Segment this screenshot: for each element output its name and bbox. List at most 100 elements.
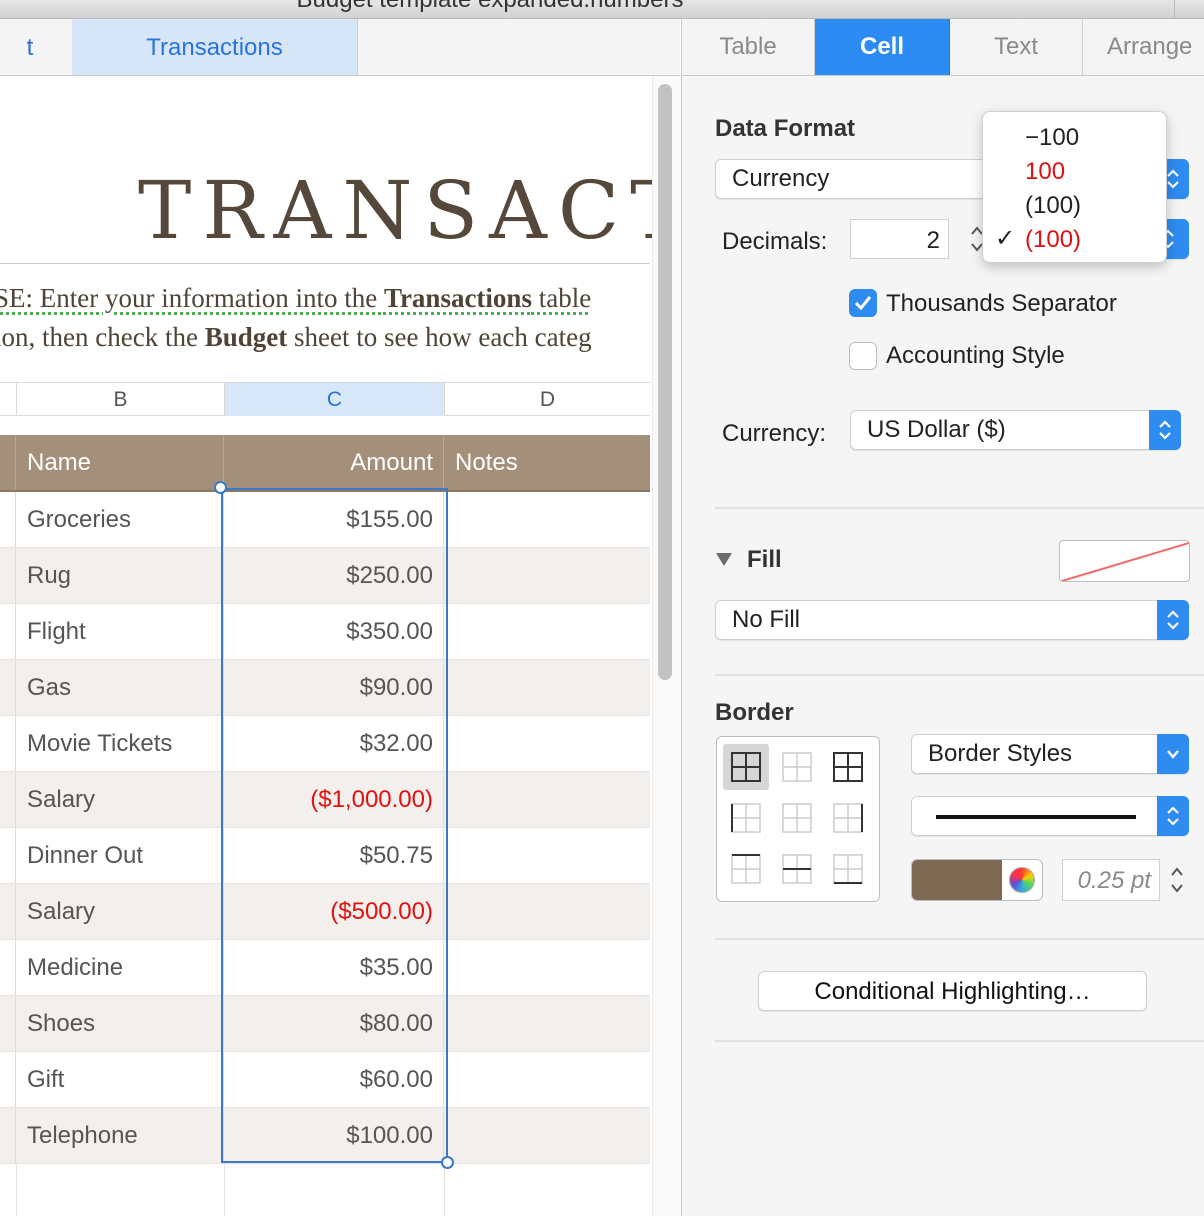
header-cell-notes[interactable]: Notes bbox=[444, 435, 650, 490]
top-border-icon[interactable] bbox=[723, 846, 769, 892]
border-width-field[interactable]: 0.25 pt bbox=[1062, 859, 1160, 901]
cell-name[interactable]: Flight bbox=[16, 604, 224, 659]
menu-item-parentheses[interactable]: (100) bbox=[1025, 192, 1081, 220]
decimals-field[interactable]: 2 bbox=[850, 219, 949, 259]
border-color-well[interactable] bbox=[911, 859, 1043, 901]
cell-a[interactable] bbox=[0, 492, 16, 547]
left-border-icon[interactable] bbox=[723, 795, 769, 841]
tab-cell[interactable]: Cell bbox=[815, 19, 950, 75]
cell-name[interactable]: Salary bbox=[16, 772, 224, 827]
cell-a[interactable] bbox=[0, 772, 16, 827]
titlebar-edge bbox=[1174, 0, 1204, 18]
format-inspector: Table Cell Text Arrange Data Format Curr… bbox=[681, 19, 1204, 1216]
title-divider bbox=[0, 263, 650, 264]
bottom-border-icon[interactable] bbox=[825, 846, 871, 892]
border-heading: Border bbox=[715, 699, 794, 726]
column-header-c[interactable]: C bbox=[224, 383, 444, 416]
cell-name[interactable]: Rug bbox=[16, 548, 224, 603]
color-wheel-icon[interactable] bbox=[1009, 867, 1035, 893]
no-border-icon[interactable] bbox=[774, 795, 820, 841]
vertical-scrollbar-thumb[interactable] bbox=[658, 84, 672, 680]
tab-arrange[interactable]: Arrange bbox=[1083, 19, 1204, 75]
cell-a[interactable] bbox=[0, 884, 16, 939]
header-cell-name[interactable]: Name bbox=[16, 435, 224, 490]
section-divider bbox=[715, 674, 1204, 676]
cell-notes[interactable] bbox=[444, 828, 650, 883]
window-title: Budget template expanded.numbers bbox=[0, 0, 980, 14]
cell-notes[interactable] bbox=[444, 716, 650, 771]
instructions-line-1[interactable]: SE: Enter your information into the Tran… bbox=[0, 283, 591, 314]
cell-selection-outline bbox=[221, 488, 448, 1163]
cell-a[interactable] bbox=[0, 604, 16, 659]
all-borders-icon[interactable] bbox=[723, 744, 769, 790]
horizontal-center-border-icon[interactable] bbox=[774, 846, 820, 892]
conditional-highlighting-button[interactable]: Conditional Highlighting… bbox=[758, 971, 1147, 1011]
right-border-icon[interactable] bbox=[825, 795, 871, 841]
menu-item-red-parentheses[interactable]: (100) bbox=[1025, 226, 1081, 254]
currency-popup[interactable]: US Dollar ($) bbox=[850, 410, 1181, 450]
selection-handle-top-left[interactable] bbox=[214, 481, 227, 494]
cell-notes[interactable] bbox=[444, 660, 650, 715]
decimals-value: 2 bbox=[926, 227, 940, 254]
accounting-style-label[interactable]: Accounting Style bbox=[886, 342, 1065, 370]
cell-a[interactable] bbox=[0, 1108, 16, 1163]
sheet-tab-transactions[interactable]: Transactions bbox=[72, 19, 358, 75]
cell-notes[interactable] bbox=[444, 996, 650, 1051]
fill-type-popup[interactable]: No Fill bbox=[715, 600, 1189, 640]
border-width-stepper[interactable] bbox=[1168, 859, 1186, 899]
cell-notes[interactable] bbox=[444, 492, 650, 547]
cell-notes[interactable] bbox=[444, 772, 650, 827]
thousands-separator-checkbox[interactable] bbox=[849, 289, 877, 317]
cell-notes[interactable] bbox=[444, 548, 650, 603]
line-style-popup[interactable] bbox=[911, 796, 1189, 836]
cell-name[interactable]: Medicine bbox=[16, 940, 224, 995]
cell-a[interactable] bbox=[0, 660, 16, 715]
menu-item-minus[interactable]: −100 bbox=[1025, 124, 1079, 152]
instructions-text: table bbox=[531, 283, 592, 313]
tab-text[interactable]: Text bbox=[950, 19, 1083, 75]
cell-a[interactable] bbox=[0, 828, 16, 883]
cell-name[interactable]: Telephone bbox=[16, 1108, 224, 1163]
data-format-heading: Data Format bbox=[715, 115, 856, 142]
header-cell-a[interactable] bbox=[0, 435, 16, 490]
cell-a[interactable] bbox=[0, 940, 16, 995]
sheet-title[interactable]: TRANSACTIO bbox=[138, 164, 652, 257]
border-styles-value: Border Styles bbox=[928, 740, 1073, 767]
cell-a[interactable] bbox=[0, 1052, 16, 1107]
accounting-style-checkbox[interactable] bbox=[849, 342, 877, 370]
cell-notes[interactable] bbox=[444, 1052, 650, 1107]
cell-name[interactable]: Shoes bbox=[16, 996, 224, 1051]
cell-name[interactable]: Gift bbox=[16, 1052, 224, 1107]
sheet-tab-previous[interactable]: t bbox=[0, 19, 72, 75]
border-styles-popup[interactable]: Border Styles bbox=[911, 734, 1189, 774]
thousands-separator-label[interactable]: Thousands Separator bbox=[886, 290, 1117, 318]
cell-name[interactable]: Movie Tickets bbox=[16, 716, 224, 771]
cell-name[interactable]: Groceries bbox=[16, 492, 224, 547]
empty-table-area[interactable] bbox=[0, 1164, 650, 1216]
fill-color-well[interactable] bbox=[1059, 540, 1190, 582]
menu-item-red[interactable]: 100 bbox=[1025, 158, 1065, 186]
cell-name[interactable]: Dinner Out bbox=[16, 828, 224, 883]
section-divider bbox=[715, 507, 1204, 509]
section-divider bbox=[715, 1040, 1204, 1042]
fill-type-value: No Fill bbox=[732, 606, 801, 633]
cell-a[interactable] bbox=[0, 996, 16, 1051]
cell-name[interactable]: Salary bbox=[16, 884, 224, 939]
column-header-d[interactable]: D bbox=[444, 383, 650, 416]
cell-a[interactable] bbox=[0, 548, 16, 603]
instructions-line-2[interactable]: ion, then check the Budget sheet to see … bbox=[0, 322, 592, 353]
column-header-b[interactable]: B bbox=[16, 383, 224, 416]
outer-and-inner-borders-icon[interactable] bbox=[825, 744, 871, 790]
cell-notes[interactable] bbox=[444, 884, 650, 939]
inner-borders-icon[interactable] bbox=[774, 744, 820, 790]
instructions-text: ion, then check the bbox=[0, 322, 205, 352]
cell-name[interactable]: Gas bbox=[16, 660, 224, 715]
tab-table[interactable]: Table bbox=[682, 19, 815, 75]
cell-notes[interactable] bbox=[444, 604, 650, 659]
cell-notes[interactable] bbox=[444, 940, 650, 995]
selection-handle-bottom-right[interactable] bbox=[441, 1156, 454, 1169]
header-cell-amount[interactable]: Amount bbox=[224, 435, 444, 490]
cell-notes[interactable] bbox=[444, 1108, 650, 1163]
disclosure-triangle-icon[interactable] bbox=[715, 551, 733, 567]
cell-a[interactable] bbox=[0, 716, 16, 771]
